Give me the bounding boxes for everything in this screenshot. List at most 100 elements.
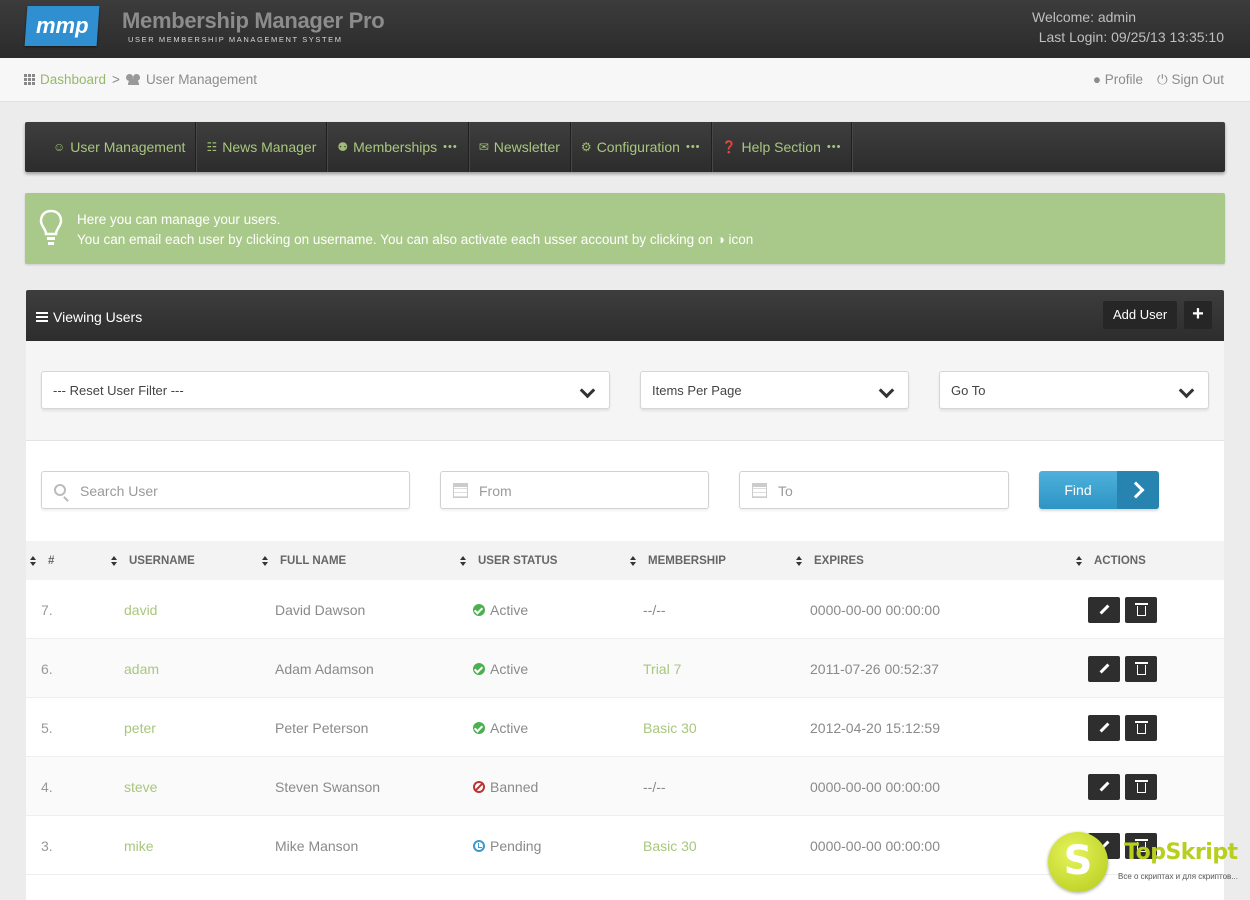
column-header-actions[interactable]: ACTIONS <box>1076 555 1146 567</box>
full-name: Peter Peterson <box>275 720 369 736</box>
select-value: Go To <box>951 383 986 398</box>
trash-icon <box>1134 721 1148 734</box>
nav-label: Help Section <box>741 139 821 155</box>
items-per-page-select[interactable]: Items Per Page <box>640 371 909 409</box>
delete-button[interactable] <box>1125 715 1157 741</box>
full-name: Mike Manson <box>275 838 359 854</box>
table-header: # USERNAME FULL NAME USER STATUS MEMBERS… <box>26 541 1224 580</box>
top-header: mmp Membership Manager Pro USER MEMBERSH… <box>0 0 1250 58</box>
nav-newsletter[interactable]: ✉ Newsletter <box>469 122 571 172</box>
delete-button[interactable] <box>1125 656 1157 682</box>
ban-icon <box>473 781 485 793</box>
check-circle-icon <box>473 663 485 675</box>
user-status[interactable]: Active <box>473 720 528 736</box>
column-header-full-name[interactable]: FULL NAME <box>262 555 346 567</box>
nav-user-management[interactable]: ☺ User Management <box>43 122 197 172</box>
profile-link[interactable]: ● Profile <box>1093 72 1143 88</box>
calendar-icon <box>752 483 767 498</box>
trash-icon <box>1134 603 1148 616</box>
last-login-text: Last Login: 09/25/13 13:35:10 <box>1038 29 1224 45</box>
delete-button[interactable] <box>1125 597 1157 623</box>
status-label: Active <box>490 661 529 677</box>
dropdown-dots-icon: ••• <box>685 141 701 153</box>
delete-button[interactable] <box>1125 774 1157 800</box>
chevron-down-icon <box>579 382 596 399</box>
clock-icon <box>473 840 485 852</box>
welcome-text: Welcome: admin <box>1031 9 1136 25</box>
membership[interactable]: Trial 7 <box>643 661 681 677</box>
row-number: 7. <box>41 602 53 618</box>
sort-icon <box>111 556 118 566</box>
membership[interactable]: Basic 30 <box>643 838 697 854</box>
user-status[interactable]: Banned <box>473 779 538 795</box>
power-icon: ⏻ <box>1157 72 1168 87</box>
table-row: 7. david David Dawson Active --/-- 0000-00-00… <box>26 580 1224 639</box>
from-date-input[interactable]: From <box>440 471 709 509</box>
user-icon: ☺ <box>53 140 66 154</box>
users-icon <box>125 74 141 85</box>
plus-icon[interactable]: + <box>1184 301 1212 329</box>
nav-label: Memberships <box>353 139 438 155</box>
sign-out-link[interactable]: ⏻ Sign Out <box>1157 72 1224 88</box>
gear-icon: ⚙ <box>580 140 592 154</box>
app-logo[interactable]: mmp <box>24 6 100 46</box>
from-placeholder: From <box>479 483 512 499</box>
username-link[interactable]: david <box>124 602 157 618</box>
column-header-username[interactable]: USERNAME <box>111 555 195 567</box>
users-panel: Viewing Users Add User + --- Reset User … <box>26 290 1224 900</box>
user-status[interactable]: Pending <box>473 838 541 854</box>
user-status[interactable]: Active <box>473 602 528 618</box>
pencil-icon <box>1099 781 1109 792</box>
to-placeholder: To <box>778 483 793 499</box>
app-title: Membership Manager Pro <box>122 8 385 33</box>
find-button[interactable]: Find <box>1039 471 1159 509</box>
sort-icon <box>460 556 467 566</box>
dashboard-icon <box>24 74 35 85</box>
check-circle-icon <box>473 604 485 616</box>
nav-label: Configuration <box>596 139 680 155</box>
membership[interactable]: Basic 30 <box>643 720 697 736</box>
nav-news-manager[interactable]: ☷ News Manager <box>196 122 328 172</box>
row-number: 5. <box>41 720 53 736</box>
envelope-icon: ✉ <box>478 140 489 154</box>
membership: --/-- <box>643 779 666 795</box>
expires: 0000-00-00 00:00:00 <box>810 779 940 795</box>
edit-button[interactable] <box>1088 774 1120 800</box>
nav-memberships[interactable]: ⚉ Memberships ••• <box>327 122 469 172</box>
sort-icon <box>30 556 37 566</box>
go-to-select[interactable]: Go To <box>939 371 1209 409</box>
nav-configuration[interactable]: ⚙ Configuration ••• <box>571 122 712 172</box>
username-link[interactable]: steve <box>124 779 157 795</box>
add-user-button[interactable]: Add User <box>1103 301 1178 329</box>
sign-out-label: Sign Out <box>1171 72 1224 87</box>
edit-button[interactable] <box>1088 715 1120 741</box>
column-header-expires[interactable]: EXPIRES <box>796 555 864 567</box>
sort-icon <box>796 556 803 566</box>
search-row: Search User From To Find <box>26 441 1224 541</box>
column-header-number[interactable]: # <box>30 555 54 567</box>
full-name: Adam Adamson <box>275 661 374 677</box>
dropdown-dots-icon: ••• <box>826 141 842 153</box>
nav-label: User Management <box>70 139 186 155</box>
edit-button[interactable] <box>1088 597 1120 623</box>
filters-bar: --- Reset User Filter --- Items Per Page… <box>26 341 1224 441</box>
nav-help-section[interactable]: ❓ Help Section ••• <box>712 122 853 172</box>
column-label: ACTIONS <box>1094 555 1146 567</box>
user-filter-select[interactable]: --- Reset User Filter --- <box>41 371 610 409</box>
watermark-badge: S <box>1048 832 1108 892</box>
select-value: Items Per Page <box>652 383 742 398</box>
search-user-input[interactable]: Search User <box>41 471 410 509</box>
table-row: 3. mike Mike Manson Pending Basic 30 0000-00-… <box>26 816 1224 875</box>
username-link[interactable]: peter <box>124 720 156 736</box>
edit-button[interactable] <box>1088 656 1120 682</box>
breadcrumb-dashboard-link[interactable]: Dashboard <box>40 72 106 87</box>
username-link[interactable]: mike <box>124 838 154 854</box>
user-status[interactable]: Active <box>473 661 528 677</box>
to-date-input[interactable]: To <box>739 471 1009 509</box>
logo-text: mmp <box>35 13 89 38</box>
column-header-membership[interactable]: MEMBERSHIP <box>630 555 726 567</box>
column-label: FULL NAME <box>280 555 347 567</box>
username-link[interactable]: adam <box>124 661 159 677</box>
column-header-user-status[interactable]: USER STATUS <box>460 555 557 567</box>
lightbulb-icon <box>39 209 63 245</box>
